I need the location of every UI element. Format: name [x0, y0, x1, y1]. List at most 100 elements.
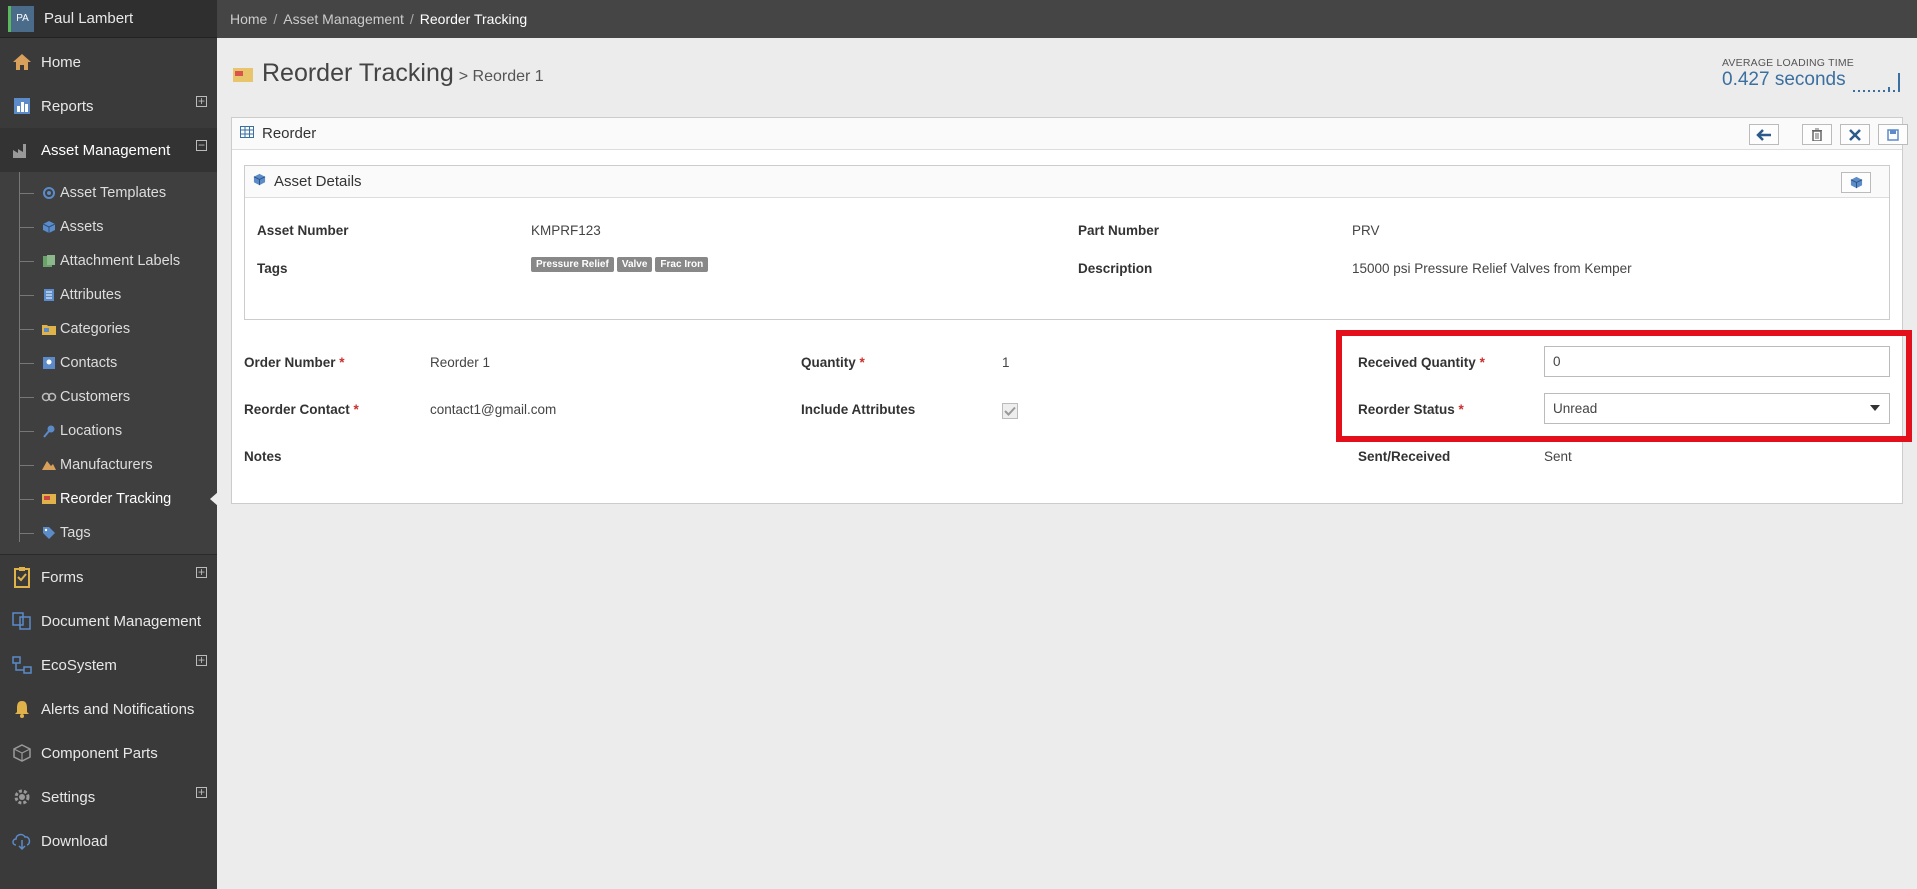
- received-quantity-input[interactable]: 0: [1544, 346, 1890, 377]
- sidebar-item-label: Reorder Tracking: [60, 491, 172, 507]
- view-asset-button[interactable]: [1841, 172, 1871, 193]
- sidebar-item-label: Locations: [60, 423, 123, 439]
- notes-label: Notes: [244, 449, 282, 464]
- check-icon: [1004, 406, 1016, 416]
- description-label: Description: [1078, 261, 1153, 276]
- factory-icon: [10, 138, 34, 162]
- reorder-icon: [232, 65, 254, 83]
- expand-icon[interactable]: +: [196, 95, 207, 107]
- pin-icon: [40, 423, 58, 439]
- reorder-panel-header: Reorder: [232, 118, 1902, 150]
- sidebar-item-tags[interactable]: Tags: [0, 516, 217, 550]
- average-loading-time: AVERAGE LOADING TIME 0.427 seconds: [1722, 57, 1854, 91]
- page-title-text: Reorder Tracking: [262, 59, 454, 87]
- breadcrumb-separator: /: [273, 11, 278, 27]
- collapse-icon[interactable]: −: [196, 139, 207, 151]
- contact-icon: [40, 355, 58, 371]
- sidebar-item-locations[interactable]: Locations: [0, 414, 217, 448]
- nav-item-home[interactable]: Home: [0, 40, 217, 84]
- sidebar-item-reorder-tracking[interactable]: Reorder Tracking: [0, 482, 218, 516]
- reorder-icon: [40, 491, 58, 507]
- sidebar-item-manufacturers[interactable]: Manufacturers: [0, 448, 217, 482]
- cube-icon: [1850, 176, 1862, 189]
- reorder-status-select[interactable]: Unread: [1544, 393, 1890, 424]
- sidebar-item-categories[interactable]: Categories: [0, 312, 217, 346]
- folder-icon: [40, 321, 58, 337]
- part-number-value: PRV: [1352, 223, 1380, 238]
- sidebar-item-label: Attachment Labels: [60, 253, 181, 269]
- tag-badge: Frac Iron: [655, 257, 709, 272]
- download-icon: [10, 829, 34, 853]
- nav-item-label: Download: [41, 832, 108, 850]
- home-icon: [10, 50, 34, 74]
- label-text: Reorder Status: [1358, 402, 1455, 417]
- nav-item-label: Reports: [41, 97, 94, 115]
- nav-item-label: Alerts and Notifications: [41, 700, 195, 718]
- asset-details-panel: Asset Details Asset Number KMPRF123 Tags…: [244, 165, 1890, 320]
- nav-item-download[interactable]: Download: [0, 819, 217, 863]
- sidebar-item-label: Contacts: [60, 355, 118, 371]
- reorder-status-label: Reorder Status *: [1358, 402, 1464, 417]
- tag-badge: Pressure Relief: [531, 257, 614, 272]
- sidebar-item-assets[interactable]: Assets: [0, 210, 217, 244]
- asset-management-subnav: Asset Templates Assets Attachment Labels…: [0, 172, 218, 554]
- asset-details-header: Asset Details: [245, 166, 1889, 198]
- sent-received-label: Sent/Received: [1358, 449, 1451, 464]
- asset-number-label: Asset Number: [257, 223, 349, 238]
- label-text: Quantity: [801, 355, 856, 370]
- expand-icon[interactable]: +: [196, 786, 207, 798]
- nav-item-settings[interactable]: Settings +: [0, 775, 217, 819]
- nav-item-alerts-and-notifications[interactable]: Alerts and Notifications: [0, 687, 217, 731]
- breadcrumb-asset-management[interactable]: Asset Management: [283, 11, 404, 27]
- include-attributes-checkbox[interactable]: [1002, 403, 1018, 419]
- nav-item-label: Home: [41, 53, 82, 71]
- tag-badge: Valve: [616, 257, 653, 272]
- nav-item-document-management[interactable]: Document Management: [0, 599, 217, 643]
- expand-icon[interactable]: +: [196, 566, 207, 578]
- sidebar-item-label: Customers: [60, 389, 131, 405]
- nav-item-component-parts[interactable]: Component Parts: [0, 731, 217, 775]
- reorder-panel: Reorder Asset Details Asset Number KMPRF…: [231, 117, 1908, 504]
- required-mark: *: [1479, 355, 1485, 370]
- nav-item-forms[interactable]: Forms +: [0, 555, 217, 599]
- nav-item-label: Asset Management: [41, 141, 171, 159]
- nav-item-reports[interactable]: Reports +: [0, 84, 217, 128]
- user-name: Paul Lambert: [44, 10, 134, 27]
- cube-icon: [40, 219, 58, 235]
- nav-item-label: EcoSystem: [41, 656, 117, 674]
- reorder-contact-value: contact1@gmail.com: [430, 402, 557, 417]
- templates-icon: [40, 185, 58, 201]
- breadcrumb-home[interactable]: Home: [230, 11, 267, 27]
- sidebar-item-asset-templates[interactable]: Asset Templates: [0, 176, 217, 210]
- nav-item-ecosystem[interactable]: EcoSystem +: [0, 643, 217, 687]
- delete-button[interactable]: [1802, 124, 1832, 145]
- sidebar-item-contacts[interactable]: Contacts: [0, 346, 217, 380]
- page-title: Reorder Tracking > Reorder 1: [232, 59, 544, 88]
- sidebar-item-customers[interactable]: Customers: [0, 380, 217, 414]
- expand-icon[interactable]: +: [196, 654, 207, 666]
- part-number-label: Part Number: [1078, 223, 1160, 238]
- reports-icon: [10, 94, 34, 118]
- tags-label: Tags: [257, 261, 288, 276]
- sidebar-item-label: Manufacturers: [60, 457, 153, 473]
- sidebar-item-label: Assets: [60, 219, 104, 235]
- sidebar-item-label: Tags: [60, 525, 91, 541]
- reorder-panel-title: Reorder: [262, 125, 317, 142]
- gear-icon: [10, 785, 34, 809]
- label-text: Reorder Contact: [244, 402, 350, 417]
- sidebar-item-attributes[interactable]: Attributes: [0, 278, 217, 312]
- nav-item-asset-management[interactable]: Asset Management −: [0, 128, 217, 172]
- page-subtitle: > Reorder 1: [458, 68, 544, 85]
- label-text: Received Quantity: [1358, 355, 1476, 370]
- back-button[interactable]: [1749, 124, 1779, 145]
- nav-item-label: Settings: [41, 788, 96, 806]
- user-bar[interactable]: PA Paul Lambert: [0, 0, 217, 38]
- component-icon: [10, 741, 34, 765]
- loading-value: 0.427 seconds: [1722, 69, 1846, 90]
- close-button[interactable]: [1840, 124, 1870, 145]
- label-text: Order Number: [244, 355, 336, 370]
- sidebar-item-attachment-labels[interactable]: Attachment Labels: [0, 244, 217, 278]
- save-button[interactable]: [1878, 124, 1908, 145]
- loading-sparkline: [1852, 70, 1902, 97]
- description-value: 15000 psi Pressure Relief Valves from Ke…: [1352, 261, 1632, 276]
